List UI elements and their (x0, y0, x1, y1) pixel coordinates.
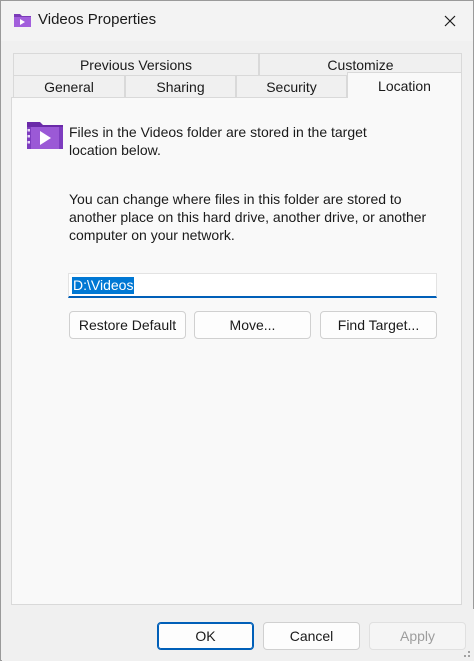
cancel-button[interactable]: Cancel (263, 622, 360, 650)
tab-security[interactable]: Security (236, 75, 347, 98)
apply-button: Apply (369, 622, 466, 650)
tab-label: General (44, 79, 94, 95)
resize-grip-icon[interactable] (459, 646, 471, 658)
ok-button[interactable]: OK (157, 622, 254, 650)
button-label: Cancel (289, 628, 334, 644)
window-title: Videos Properties (38, 11, 157, 28)
button-label: Move... (229, 317, 276, 333)
location-info-line: location below. (69, 142, 161, 158)
tab-label: Sharing (156, 79, 205, 95)
location-path-value: D:\Videos (72, 276, 135, 294)
properties-window: Videos Properties Previous Versions Cust… (0, 0, 474, 661)
tab-label: Customize (327, 57, 394, 73)
tab-previous-versions[interactable]: Previous Versions (13, 53, 259, 76)
location-description-line: You can change where files in this folde… (69, 191, 402, 207)
location-description-line: another place on this hard drive, anothe… (69, 209, 427, 225)
videos-folder-icon (27, 122, 63, 149)
close-icon (444, 15, 456, 27)
tab-location[interactable]: Location (347, 72, 462, 98)
close-button[interactable] (427, 5, 473, 37)
tab-sharing[interactable]: Sharing (125, 75, 236, 98)
videos-folder-icon (14, 14, 31, 27)
location-info: Files in the Videos folder are stored in… (69, 123, 367, 159)
button-label: Restore Default (78, 317, 177, 333)
tab-general[interactable]: General (13, 75, 125, 98)
location-description: You can change where files in this folde… (69, 190, 426, 244)
location-path-input[interactable]: D:\Videos (68, 273, 437, 298)
location-panel (11, 97, 462, 605)
tab-label: Security (266, 79, 317, 95)
location-description-line: computer on your network. (69, 227, 235, 243)
tab-label: Previous Versions (79, 57, 193, 73)
find-target-button[interactable]: Find Target... (320, 311, 437, 339)
location-info-line: Files in the Videos folder are stored in… (69, 124, 367, 140)
tab-label: Location (378, 77, 431, 94)
move-button[interactable]: Move... (194, 311, 311, 339)
restore-default-button[interactable]: Restore Default (69, 311, 186, 339)
title-bar[interactable]: Videos Properties (1, 1, 473, 41)
button-label: OK (195, 628, 216, 644)
button-label: Apply (399, 628, 436, 644)
button-label: Find Target... (337, 317, 420, 333)
